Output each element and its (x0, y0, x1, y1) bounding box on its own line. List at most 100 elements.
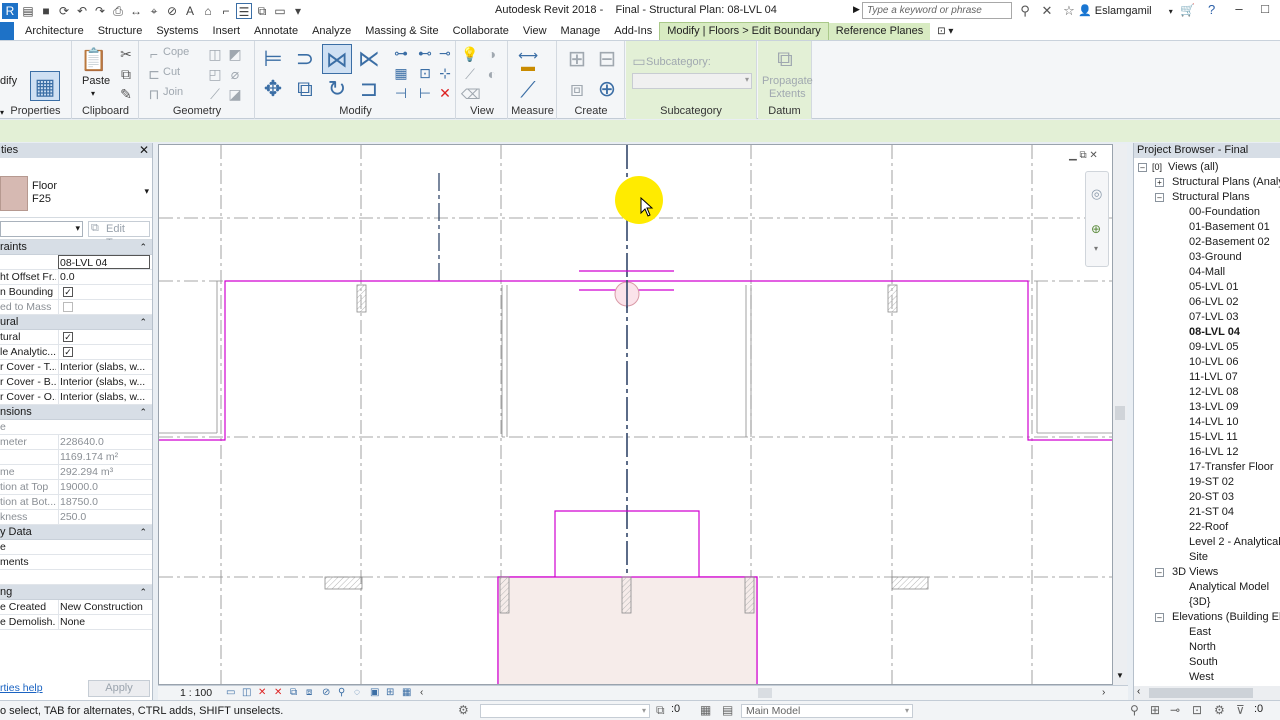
wall-joins-icon[interactable]: ◰ (206, 65, 224, 83)
tree-node-elevations[interactable]: –Elevations (Building Elev (1134, 610, 1280, 625)
rotate-icon[interactable]: ↻ (322, 74, 352, 104)
tree-item-plan[interactable]: 15-LVL 11 (1134, 430, 1280, 445)
join-label[interactable]: Join (163, 86, 183, 98)
prop-row[interactable]: e (0, 540, 152, 555)
tab-annotate[interactable]: Annotate (247, 23, 305, 40)
redo-icon[interactable]: ↷ (92, 3, 108, 19)
expand-arrow-icon[interactable]: ▶ (853, 4, 860, 15)
prop-row[interactable]: r Cover - B... Interior (slabs, w... (0, 375, 152, 390)
eraser-icon[interactable]: ⌫ (461, 85, 481, 103)
tab-insert[interactable]: Insert (206, 23, 248, 40)
reveal-hidden-icon[interactable]: ◌ (354, 687, 360, 698)
delete-icon[interactable]: ✕ (436, 84, 454, 102)
editable-only-icon[interactable]: ⧉ (656, 703, 665, 718)
tree-node-3d-views[interactable]: –3D Views (1134, 565, 1280, 580)
override-graphics-icon[interactable]: ◑ (483, 45, 501, 63)
open-icon[interactable]: ▤ (20, 3, 36, 19)
mirror-draw-axis-icon[interactable]: ⋉ (354, 44, 384, 74)
remove-paint-icon[interactable]: ◪ (226, 85, 244, 103)
tree-item-plan[interactable]: 22-Roof (1134, 520, 1280, 535)
prop-row[interactable]: ht Offset Fr... 0.0 (0, 270, 152, 285)
sun-path-icon[interactable]: ✕ (258, 687, 266, 698)
prop-row[interactable]: e Created New Construction (0, 600, 152, 615)
prop-row[interactable]: n Bounding ✓ (0, 285, 152, 300)
pick-new-icon[interactable]: ⟋ (206, 85, 224, 103)
switch-windows-icon[interactable]: ▭ (272, 3, 288, 19)
view-close-icon[interactable]: ✕ (1089, 150, 1097, 161)
prop-row[interactable]: ments (0, 555, 152, 570)
tree-item-plan-active[interactable]: 08-LVL 04 (1134, 325, 1280, 340)
cope-label[interactable]: Cope (163, 46, 189, 58)
collapse-icon[interactable]: – (1155, 613, 1164, 622)
tree-item-plan[interactable]: 04-Mall (1134, 265, 1280, 280)
design-options-icon[interactable]: ▦ (700, 703, 711, 717)
select-pinned-icon[interactable]: ⊸ (1170, 703, 1180, 717)
tree-item-plan[interactable]: 14-LVL 10 (1134, 415, 1280, 430)
workset-select[interactable]: ▾ (480, 704, 650, 718)
split-icon[interactable]: ⊶ (392, 44, 410, 62)
browser-horizontal-scrollbar[interactable]: ‹ (1134, 686, 1280, 700)
select-by-face-icon[interactable]: ⊡ (1192, 703, 1202, 717)
tag-icon[interactable]: ⊘ (164, 3, 180, 19)
temp-hide-icon[interactable]: ⚲ (338, 687, 345, 698)
trim-extend-corner-icon[interactable]: ⊐ (354, 74, 384, 104)
visual-style-icon[interactable]: ◫ (242, 687, 251, 698)
binoculars-icon[interactable]: ⚲ (1017, 3, 1033, 19)
apply-button[interactable]: Apply (88, 680, 150, 697)
tab-massing-site[interactable]: Massing & Site (358, 23, 445, 40)
room-bounding-checkbox[interactable]: ✓ (63, 287, 73, 297)
tree-item-plan[interactable]: 00-Foundation (1134, 205, 1280, 220)
tree-item-elevation[interactable]: East (1134, 625, 1280, 640)
group-constraints[interactable]: raints ⌃ (0, 240, 152, 255)
propagate-extents-icon[interactable]: ⧉ (770, 44, 800, 74)
enable-analytical-checkbox[interactable]: ✓ (63, 347, 73, 357)
cut-geometry-icon[interactable]: ⊏ (145, 65, 163, 83)
text-icon[interactable]: A (182, 3, 198, 19)
tree-item-plan[interactable]: Level 2 - Analytical (1134, 535, 1280, 550)
propagate-label[interactable]: Propagate (762, 75, 813, 87)
plan-drawing[interactable] (159, 145, 1113, 685)
dimension-icon[interactable]: ⌖ (146, 3, 162, 19)
tree-item-plan[interactable]: 01-Basement 01 (1134, 220, 1280, 235)
help-icon[interactable]: ? (1208, 2, 1215, 17)
demolish-icon[interactable]: ⌀ (226, 65, 244, 83)
expand-icon[interactable]: + (1155, 178, 1164, 187)
view-restore-icon[interactable]: ⧉ (1079, 150, 1086, 161)
tree-item-plan[interactable]: 07-LVL 03 (1134, 310, 1280, 325)
tree-item-plan[interactable]: 11-LVL 07 (1134, 370, 1280, 385)
zoom-icon[interactable]: ⊕ (1091, 222, 1101, 236)
star-icon[interactable]: ☆ (1061, 3, 1077, 19)
offset-icon[interactable]: ⊃ (290, 44, 320, 74)
view-minimize-icon[interactable]: ▁ (1069, 150, 1077, 161)
create-similar-icon[interactable]: ⊕ (592, 74, 622, 104)
tree-item-plan[interactable]: 02-Basement 02 (1134, 235, 1280, 250)
scroll-left-icon[interactable]: ‹ (1137, 686, 1140, 697)
scroll-right-icon[interactable]: › (1102, 687, 1105, 698)
drag-elements-icon[interactable]: ⚙ (1214, 703, 1225, 717)
worksets-icon[interactable]: ⚙ (458, 703, 469, 717)
create-group-icon[interactable]: ⧈ (562, 74, 592, 104)
copy-icon[interactable]: ⧉ (117, 65, 135, 83)
tree-item-plan[interactable]: Site (1134, 550, 1280, 565)
close-hidden-icon[interactable]: ⧉ (254, 3, 270, 19)
tree-item-plan[interactable]: 05-LVL 01 (1134, 280, 1280, 295)
undo-icon[interactable]: ↶ (74, 3, 90, 19)
search-input[interactable]: Type a keyword or phrase (862, 2, 1012, 19)
create-parts-icon[interactable]: ⊟ (592, 44, 622, 74)
split-face-icon[interactable]: ◫ (206, 45, 224, 63)
tree-item-plan[interactable]: 03-Ground (1134, 250, 1280, 265)
group-structural[interactable]: ural ⌃ (0, 315, 152, 330)
copy-element-icon[interactable]: ⧉ (290, 74, 320, 104)
steering-wheel-icon[interactable]: ◎ (1091, 186, 1102, 202)
ribbon-options-toggle[interactable]: ⊡ ▾ (930, 24, 960, 40)
temp-view-properties-icon[interactable]: ▣ (370, 687, 379, 698)
prop-row[interactable]: r Cover - O... Interior (slabs, w... (0, 390, 152, 405)
worksharing-icon[interactable]: ⊞ (386, 687, 394, 698)
group-phasing[interactable]: ng ⌃ (0, 585, 152, 600)
tab-collaborate[interactable]: Collaborate (446, 23, 516, 40)
tab-reference-planes[interactable]: Reference Planes (828, 23, 931, 40)
cope-icon[interactable]: ⌐ (145, 45, 163, 63)
scale-icon[interactable]: ⊡ (416, 64, 434, 82)
minimize-icon[interactable]: – (1226, 1, 1252, 16)
trim-multiple-icon[interactable]: ⊢ (416, 84, 434, 102)
